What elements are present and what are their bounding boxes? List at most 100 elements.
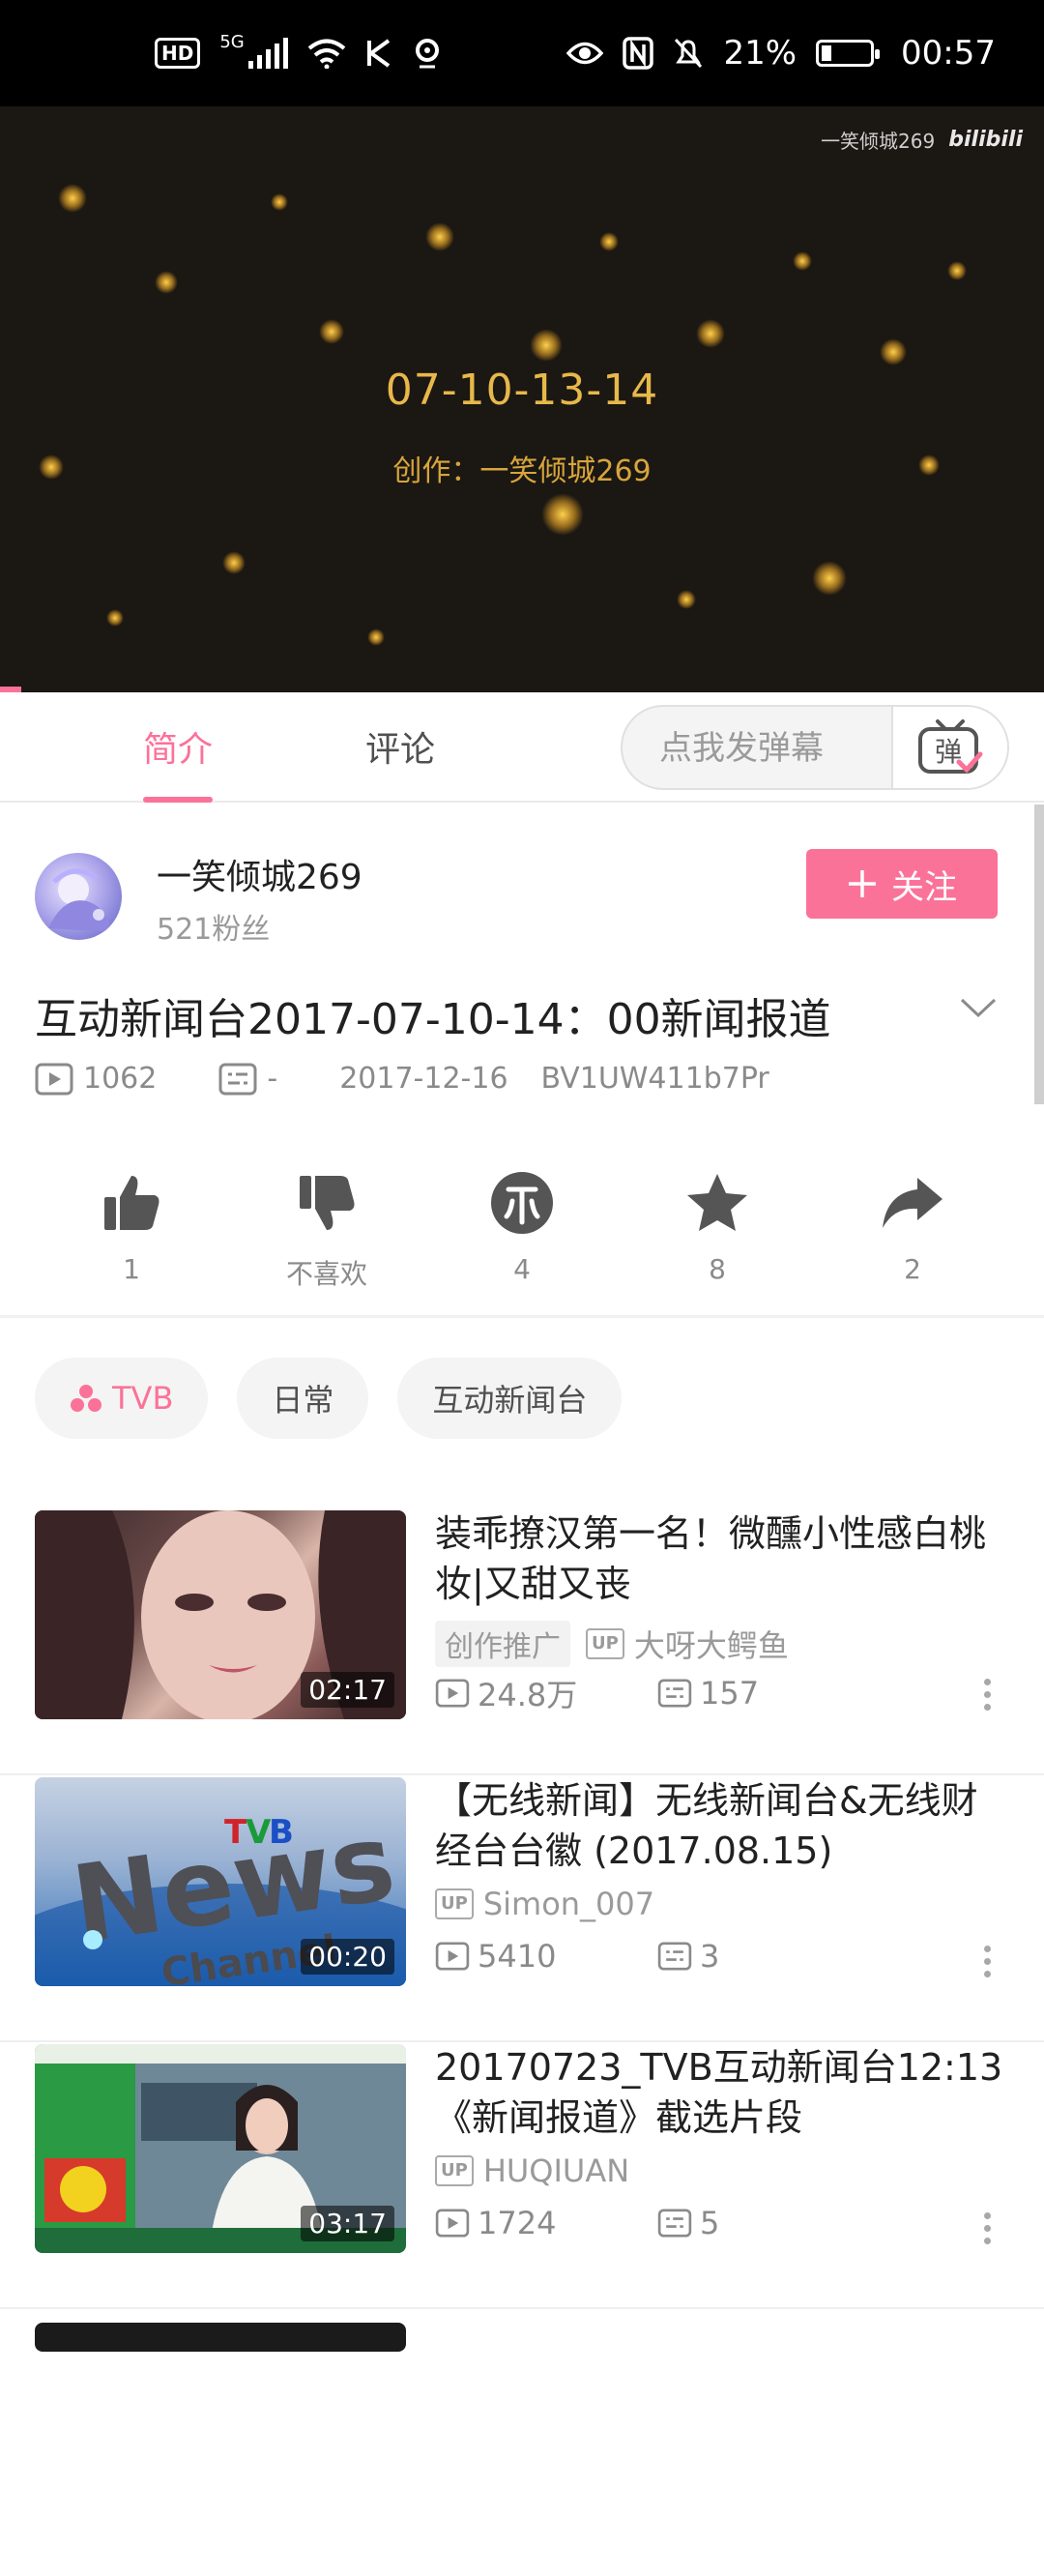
danmaku-count-value: 3 — [700, 1938, 720, 1975]
sparkle — [677, 590, 696, 609]
video-player[interactable]: 一笑倾城269 bilibili 07-10-13-14 创作：一笑倾城269 — [0, 106, 1044, 692]
tab-comments-label: 评论 — [365, 730, 436, 770]
dislike-icon — [300, 1176, 355, 1230]
eye-icon — [566, 42, 604, 65]
danmaku-count-icon — [657, 2209, 692, 2238]
video-thumbnail[interactable] — [35, 2323, 406, 2352]
view-count-value: 1724 — [478, 2205, 557, 2241]
play-count-icon — [435, 1942, 470, 1971]
video-duration: 03:17 — [301, 2206, 394, 2241]
follow-button[interactable]: 关注 — [806, 849, 998, 919]
location-icon — [415, 39, 439, 69]
favorite-count: 8 — [709, 1253, 726, 1285]
video-stats: 1724 5 — [435, 2205, 880, 2241]
bilibili-logo: bilibili — [948, 128, 1023, 152]
danmaku-count-value: 157 — [700, 1675, 760, 1712]
sparkle — [319, 319, 344, 344]
play-count-icon — [435, 1679, 470, 1708]
tag-list: TVB 日常 互动新闻台 — [35, 1358, 623, 1439]
video-author-row: 创作推广 UP 大呀大鳄鱼 — [435, 1621, 789, 1667]
sparkle — [222, 551, 246, 574]
svg-text:V: V — [246, 1813, 272, 1852]
video-author-row: UP Simon_007 — [435, 1886, 654, 1922]
avatar-image — [48, 868, 112, 932]
video-thumbnail[interactable]: News Channel T V B 00:20 — [35, 1777, 406, 1986]
nfc-icon — [623, 37, 654, 70]
list-item[interactable]: News Channel T V B 00:20 【无线新闻】无线新闻台&无线财… — [0, 1775, 1044, 2042]
signal-icon — [247, 38, 288, 69]
share-button[interactable]: 2 — [845, 1160, 980, 1285]
coin-button[interactable]: 4 — [454, 1160, 590, 1285]
sparkle — [696, 319, 725, 348]
danmaku-count-icon — [657, 1679, 692, 1708]
view-count: 5410 — [435, 1938, 657, 1975]
view-count: 24.8万 — [435, 1671, 657, 1715]
video-author: 大呀大鳄鱼 — [633, 1627, 789, 1664]
tab-bar: 简介 评论 点我发弹幕 弹 — [0, 692, 1044, 803]
favorite-button[interactable]: 8 — [650, 1160, 785, 1285]
view-count-value: 24.8万 — [478, 1677, 578, 1713]
player-overlay-subtitle: 创作：一笑倾城269 — [392, 454, 652, 488]
video-bvid: BV1UW411b7Pr — [540, 1062, 769, 1096]
mute-bell-icon — [675, 38, 703, 69]
tab-comments[interactable]: 评论 — [365, 692, 435, 803]
svg-text:B: B — [269, 1813, 294, 1852]
sparkle — [880, 338, 907, 366]
list-item[interactable] — [0, 2309, 1044, 2576]
favorite-icon — [687, 1174, 747, 1231]
coin-count: 4 — [513, 1253, 531, 1285]
battery-percent: 21% — [723, 34, 798, 73]
dislike-button[interactable]: 不喜欢 — [259, 1160, 394, 1292]
sparkle — [947, 261, 967, 280]
like-icon — [104, 1176, 160, 1230]
danmaku-count-icon — [218, 1063, 257, 1095]
network-label: 5G — [219, 32, 245, 52]
like-button[interactable]: 1 — [64, 1160, 199, 1285]
sparkle — [58, 184, 87, 213]
sparkle — [541, 493, 584, 536]
k-app-icon — [366, 39, 390, 68]
avatar[interactable] — [35, 853, 122, 940]
up-badge: UP — [435, 2155, 474, 2186]
uploader-name[interactable]: 一笑倾城269 — [157, 849, 362, 899]
video-author: Simon_007 — [482, 1886, 655, 1922]
view-count: 1724 — [435, 2205, 657, 2241]
danmaku-count: 5 — [657, 2205, 880, 2241]
tag-news-channel[interactable]: 互动新闻台 — [397, 1358, 623, 1439]
danmaku-count: 3 — [657, 1938, 880, 1975]
plus-icon — [849, 870, 876, 897]
danmaku-toggle-button[interactable]: 弹 — [891, 707, 1007, 788]
battery-icon — [816, 40, 881, 67]
list-item[interactable]: 02:17 装乖撩汉第一名！微醺小性感白桃妆|又甜又丧 创作推广 UP 大呀大鳄… — [0, 1508, 1044, 1775]
danmaku-input[interactable]: 点我发弹幕 弹 — [621, 705, 1009, 790]
more-icon[interactable] — [984, 1946, 992, 1983]
more-icon[interactable] — [984, 2212, 992, 2250]
coin-icon — [491, 1172, 553, 1234]
chevron-down-icon[interactable] — [959, 996, 998, 1019]
promo-badge: 创作推广 — [435, 1621, 570, 1667]
more-icon[interactable] — [984, 1679, 992, 1716]
video-stats: 5410 3 — [435, 1938, 880, 1975]
sparkle — [106, 609, 124, 627]
sparkle — [530, 329, 563, 362]
sparkle — [793, 251, 812, 271]
video-thumbnail[interactable]: 03:17 — [35, 2044, 406, 2253]
view-count-value: 1062 — [83, 1062, 158, 1096]
tab-intro-label: 简介 — [143, 730, 214, 770]
list-item[interactable]: 03:17 20170723_TVB互动新闻台12:13《新闻报道》截选片段 U… — [0, 2042, 1044, 2309]
sparkle — [271, 193, 288, 211]
play-count-icon — [435, 2209, 470, 2238]
tag-daily[interactable]: 日常 — [237, 1358, 369, 1439]
section-divider — [0, 1315, 1044, 1318]
video-title: 装乖撩汉第一名！微醺小性感白桃妆|又甜又丧 — [435, 1512, 987, 1605]
sparkle — [425, 222, 454, 251]
tab-intro[interactable]: 简介 — [143, 692, 214, 803]
status-right: 21% 00:57 — [566, 34, 996, 73]
video-thumbnail[interactable]: 02:17 — [35, 1510, 406, 1719]
play-count-icon — [35, 1063, 73, 1095]
tag-label: TVB — [112, 1380, 174, 1417]
tag-tvb[interactable]: TVB — [35, 1358, 209, 1439]
view-count-value: 5410 — [478, 1938, 557, 1975]
danmaku-count-value: 5 — [700, 2205, 720, 2241]
danmaku-count: - — [218, 1062, 310, 1096]
